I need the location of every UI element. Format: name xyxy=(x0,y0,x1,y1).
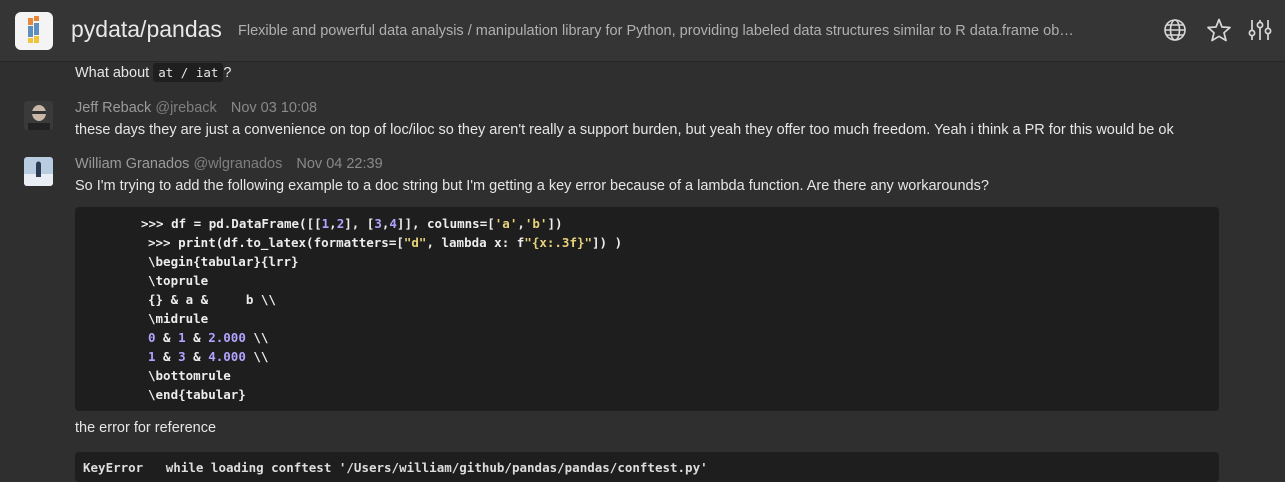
timestamp[interactable]: Nov 03 10:08 xyxy=(231,100,317,116)
timestamp[interactable]: Nov 04 22:39 xyxy=(296,156,382,172)
code-line: \midrule xyxy=(148,311,209,326)
repo-name[interactable]: pydata/pandas xyxy=(71,16,222,43)
inline-code: at / iat xyxy=(153,63,224,82)
code-line: >>> df = pd.DataFrame([[1,2], [3,4]], co… xyxy=(141,216,563,231)
room-header: pydata/pandas Flexible and powerful data… xyxy=(0,0,1285,62)
code-line: {} & a & b \\ xyxy=(148,292,276,307)
author-handle[interactable]: @jreback xyxy=(155,100,216,116)
repo-description: Flexible and powerful data analysis / ma… xyxy=(238,23,1074,39)
code-line: 0 & 1 & 2.000 \\ xyxy=(148,330,269,345)
message-meta: Jeff Reback @jreback Nov 03 10:08 xyxy=(75,100,317,116)
message-text-suffix: ? xyxy=(223,65,232,81)
code-block: >>> df = pd.DataFrame([[1,2], [3,4]], co… xyxy=(75,207,1219,411)
message-text: What about xyxy=(75,65,150,81)
author-name[interactable]: Jeff Reback xyxy=(75,100,151,116)
message-meta: William Granados @wlgranados Nov 04 22:3… xyxy=(75,156,383,172)
code-line: \toprule xyxy=(148,273,209,288)
avatar[interactable] xyxy=(24,157,53,186)
globe-icon[interactable] xyxy=(1162,17,1188,43)
code-line: >>> print(df.to_latex(formatters=["d", l… xyxy=(148,235,623,250)
code-line: \bottomrule xyxy=(148,368,231,383)
message-continuation: What about at / iat? xyxy=(75,63,232,82)
code-line: \begin{tabular}{lrr} xyxy=(148,254,299,269)
pandas-logo-icon xyxy=(28,16,39,43)
author-handle[interactable]: @wlgranados xyxy=(193,156,282,172)
code-block-partial: KeyError while loading conftest '/Users/… xyxy=(75,452,1219,482)
star-icon[interactable] xyxy=(1206,17,1232,43)
message-text: these days they are just a convenience o… xyxy=(75,122,1174,138)
repo-logo[interactable] xyxy=(15,12,53,50)
message-text: So I'm trying to add the following examp… xyxy=(75,178,989,194)
code-line: 1 & 3 & 4.000 \\ xyxy=(148,349,269,364)
message-text: the error for reference xyxy=(75,420,217,436)
author-name[interactable]: William Granados xyxy=(75,156,189,172)
code-line: KeyError while loading conftest '/Users/… xyxy=(83,460,708,475)
settings-sliders-icon[interactable] xyxy=(1247,17,1273,43)
avatar[interactable] xyxy=(24,101,53,130)
code-line: \end{tabular} xyxy=(148,387,246,402)
